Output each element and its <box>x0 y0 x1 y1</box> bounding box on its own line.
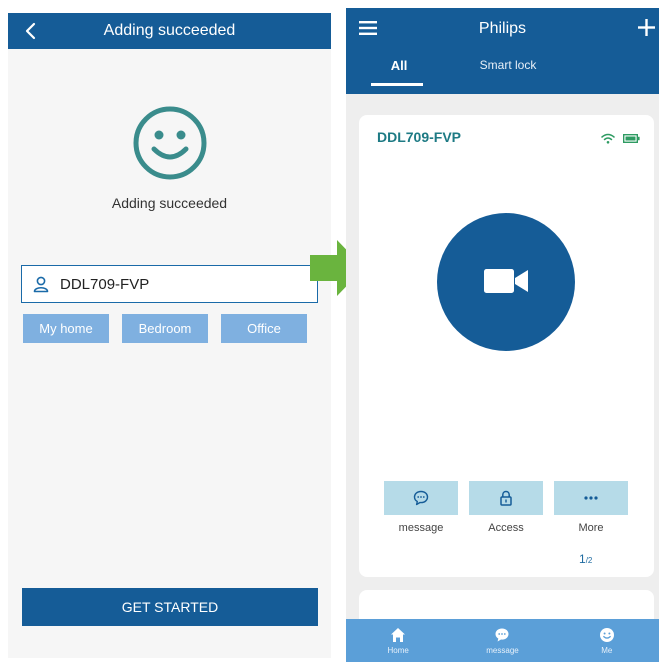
more-button[interactable] <box>554 481 628 515</box>
more-dots-icon <box>584 496 598 500</box>
card-pager: 1/2 <box>579 552 592 566</box>
tab-all[interactable]: All <box>374 58 424 73</box>
active-tab-indicator <box>371 83 423 86</box>
success-message: Adding succeeded <box>111 195 228 211</box>
room-tag-list: My home Bedroom Office <box>23 314 307 343</box>
device-action-labels: message Access More <box>384 522 628 534</box>
device-list-screen: Philips All Smart lock DDL709-FVP messag… <box>346 8 659 662</box>
padlock-icon <box>500 490 512 506</box>
video-camera-icon <box>484 269 528 293</box>
message-bubble-icon <box>495 628 509 641</box>
add-device-plus-icon[interactable] <box>638 19 655 36</box>
wifi-icon <box>601 133 615 144</box>
tab-smart-lock[interactable]: Smart lock <box>474 58 542 72</box>
live-video-button[interactable] <box>437 213 575 351</box>
chat-bubble-icon <box>413 490 429 506</box>
message-button[interactable] <box>384 481 458 515</box>
room-tag-bedroom[interactable]: Bedroom <box>122 314 208 343</box>
access-button[interactable] <box>469 481 543 515</box>
nav-label-message: message <box>486 645 519 655</box>
room-tag-my-home[interactable]: My home <box>23 314 109 343</box>
pager-current: 1 <box>579 552 586 566</box>
pager-total: /2 <box>585 556 593 565</box>
device-card[interactable]: DDL709-FVP message Access More 1/2 <box>359 115 654 577</box>
right-header: Philips All Smart lock <box>346 8 659 94</box>
adding-succeeded-screen: Adding succeeded Adding succeeded My hom… <box>8 13 331 658</box>
nav-label-home: Home <box>387 645 409 655</box>
nav-label-me: Me <box>601 645 613 655</box>
nav-item-message[interactable]: message <box>450 619 554 662</box>
get-started-button[interactable]: GET STARTED <box>22 588 318 626</box>
battery-icon <box>623 134 640 143</box>
smiley-face-icon <box>133 106 207 180</box>
nav-item-me[interactable]: Me <box>555 619 659 662</box>
nav-item-home[interactable]: Home <box>346 619 450 662</box>
smiley-profile-icon <box>599 627 614 642</box>
device-action-buttons <box>384 481 628 515</box>
right-header-title: Philips <box>478 20 527 37</box>
device-name-field[interactable] <box>21 265 318 303</box>
more-label: More <box>578 522 604 534</box>
user-icon <box>33 276 49 293</box>
left-header-title: Adding succeeded <box>103 22 236 39</box>
message-label: message <box>398 522 444 534</box>
room-tag-office[interactable]: Office <box>221 314 307 343</box>
device-card-name: DDL709-FVP <box>377 129 462 145</box>
left-header: Adding succeeded <box>8 13 331 49</box>
device-name-input[interactable] <box>60 275 300 293</box>
bottom-nav: Home message Me <box>346 619 659 662</box>
house-icon <box>391 627 406 642</box>
access-label: Access <box>488 522 524 534</box>
